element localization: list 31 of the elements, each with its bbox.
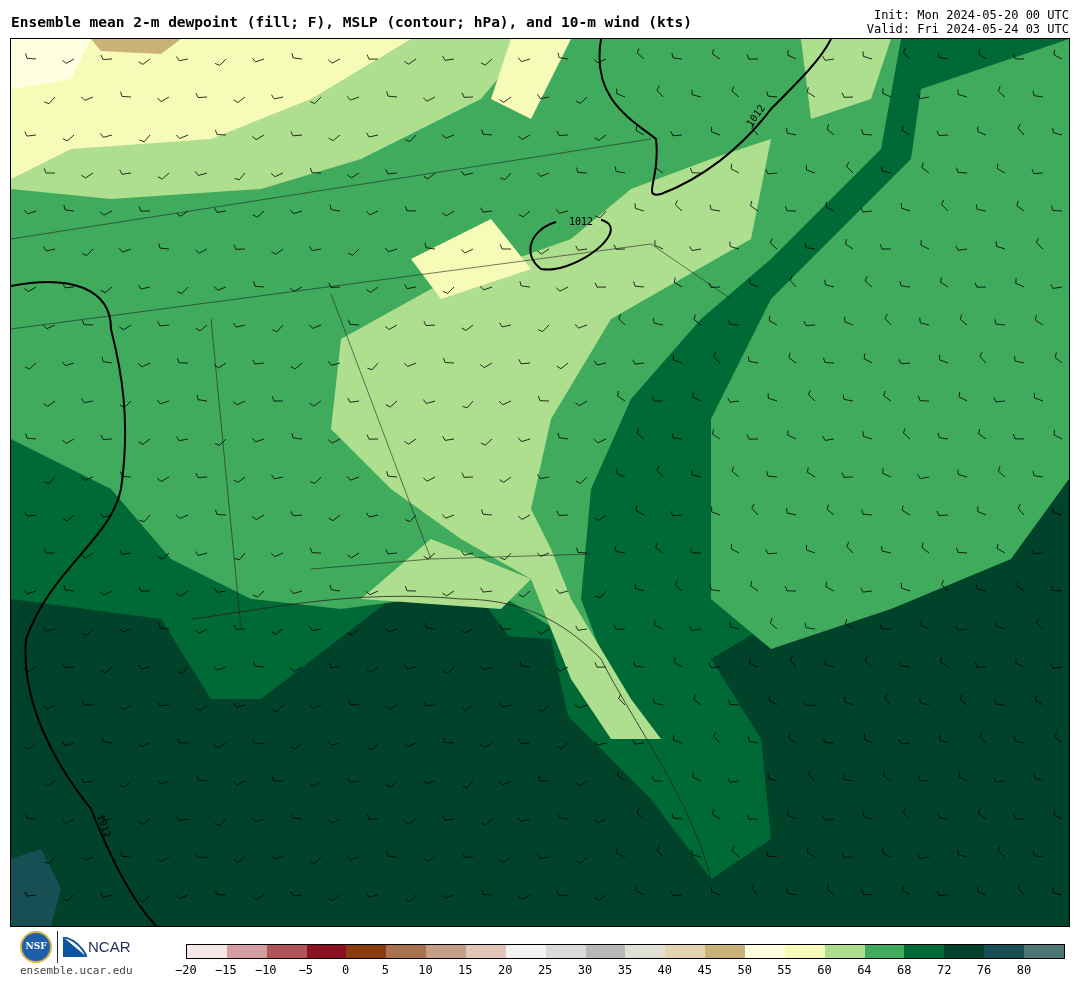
colorbar-tick-label: 72 — [935, 962, 953, 979]
colorbar-tick-label: 15 — [457, 962, 474, 979]
colorbar-tick-label: 25 — [536, 962, 554, 979]
chart-title: Ensemble mean 2-m dewpoint (fill; F), MSLP (contour; hPa), and 10-m wind (kts) — [11, 13, 692, 33]
colorbar-tick-label: −10 — [253, 962, 278, 979]
colorbar-tick-label: 80 — [1015, 962, 1033, 979]
colorbar-tick-label: 30 — [576, 962, 594, 979]
colorbar-tick-label: 35 — [616, 962, 634, 979]
ncar-logo-text: NCAR — [88, 936, 131, 957]
contour-label: 1012 — [569, 216, 594, 227]
colorbar-tick-label: 76 — [975, 962, 993, 979]
colorbar-tick-label: 40 — [656, 962, 674, 979]
colorbar-tick-label: 5 — [380, 962, 391, 979]
contour-label: 1012 — [95, 812, 114, 839]
colorbar-tick-label: 20 — [496, 962, 514, 979]
init-time: Init: Mon 2024-05-20 00 UTC — [873, 8, 1069, 22]
colorbar-tick-label: 60 — [816, 962, 833, 979]
colorbar-tick-label: 45 — [696, 962, 713, 979]
colorbar-tick-label: 55 — [776, 962, 793, 979]
ncar-logo-icon — [63, 937, 87, 957]
colorbar-tick-label: −5 — [297, 962, 314, 979]
colorbar-tick-label: 10 — [417, 962, 434, 979]
valid-time: Valid: Fri 2024-05-24 03 UTC — [866, 22, 1069, 36]
nsf-logo: NSF — [20, 931, 52, 963]
colorbar-tick-label: 68 — [896, 962, 913, 979]
colorbar-tick-label: −15 — [214, 962, 238, 979]
website-url: ensemble.ucar.edu — [20, 963, 133, 979]
colorbar-tick-label: 0 — [340, 962, 351, 979]
colorbar-tick-label: 50 — [736, 962, 753, 979]
colorbar-tick-label: −20 — [174, 962, 198, 979]
colorbar-tick-label: 64 — [856, 962, 873, 979]
